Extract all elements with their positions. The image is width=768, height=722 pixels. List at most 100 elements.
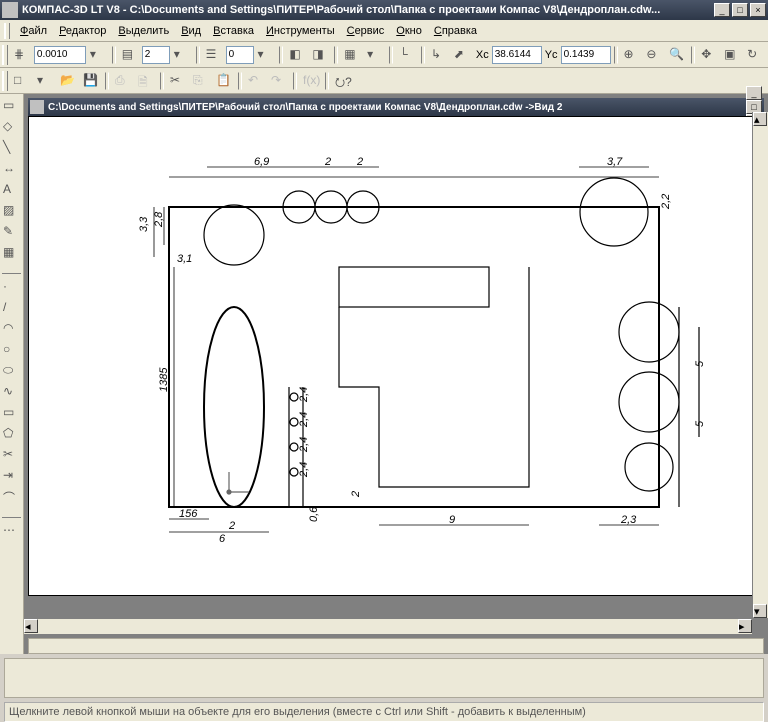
zoom-window-icon[interactable]: 🔍 [666, 44, 688, 66]
copy-icon[interactable]: ⎘ [190, 70, 212, 92]
local-cs-icon[interactable]: ↳ [428, 44, 450, 66]
new-dropdown-icon[interactable]: ▾ [34, 70, 56, 92]
minimize-button[interactable]: _ [714, 3, 730, 17]
segment-tool-icon[interactable]: / [0, 298, 22, 318]
dimension-tool-icon[interactable]: ↔ [0, 159, 22, 179]
scroll-up-icon[interactable]: ▴ [753, 112, 767, 126]
extend-tool-icon[interactable]: ⇥ [0, 466, 22, 486]
hatch-tool-icon[interactable]: ▨ [0, 201, 22, 221]
edit-tool-icon[interactable]: ✎ [0, 222, 22, 242]
ortho-icon[interactable]: └ [396, 44, 418, 66]
separator [614, 46, 618, 64]
layer-dropdown-icon[interactable]: ▾ [171, 44, 193, 66]
fx-icon[interactable]: f(x) [300, 70, 322, 92]
scroll-down-icon[interactable]: ▾ [753, 604, 767, 618]
dim-24b: 2,4 [298, 412, 310, 428]
vertical-scrollbar[interactable]: ▴ ▾ [752, 112, 768, 618]
select-tool-icon[interactable]: ▭ [0, 96, 22, 116]
dim-24c: 2,4 [298, 437, 310, 453]
menubar-handle[interactable] [4, 23, 10, 39]
geometry-tool-icon[interactable]: ◇ [0, 117, 22, 137]
dim-6-9: 6,9 [254, 156, 269, 168]
save-icon[interactable]: 💾 [80, 70, 102, 92]
scroll-left-icon[interactable]: ◂ [24, 619, 38, 633]
layers-icon[interactable]: ▤ [119, 44, 141, 66]
rect-tool-icon[interactable]: ▭ [0, 403, 22, 423]
x-input[interactable] [492, 46, 542, 64]
horizontal-scrollbar[interactable]: ◂ ▸ [24, 618, 752, 634]
document-title: C:\Documents and Settings\ПИТЕР\Рабочий … [48, 102, 746, 113]
step-input[interactable] [34, 46, 86, 64]
y-input[interactable] [561, 46, 611, 64]
snap-icon[interactable]: ⋕ [11, 44, 33, 66]
dim-2a: 2 [324, 156, 331, 168]
zoom-in-icon[interactable]: ⊕ [621, 44, 643, 66]
line-tool-icon[interactable]: ╲ [0, 138, 22, 158]
level-input[interactable] [226, 46, 254, 64]
step-dropdown-icon[interactable]: ▾ [87, 44, 109, 66]
fillet-tool-icon[interactable]: ⌒ [0, 487, 22, 507]
scroll-right-icon[interactable]: ▸ [738, 619, 752, 633]
toolbar-handle[interactable] [2, 71, 8, 91]
doc-minimize-button[interactable]: _ [746, 86, 762, 100]
menu-tools[interactable]: Инструменты [260, 23, 341, 39]
fit-icon[interactable]: ▣ [721, 44, 743, 66]
point-tool-icon[interactable]: · [0, 277, 22, 297]
eraser-icon[interactable]: ◧ [286, 44, 308, 66]
menu-view[interactable]: Вид [175, 23, 207, 39]
app-titlebar: КОМПАС-3D LT V8 - C:\Documents and Setti… [0, 0, 768, 20]
table-tool-icon[interactable]: ▦ [0, 243, 22, 263]
arc-tool-icon[interactable]: ◠ [0, 319, 22, 339]
menu-insert[interactable]: Вставка [207, 23, 260, 39]
x-label: Xс [476, 49, 489, 61]
dim-2-8: 2,8 [153, 211, 165, 228]
close-button[interactable]: × [750, 3, 766, 17]
status-text: Щелкните левой кнопкой мыши на объекте д… [9, 706, 586, 718]
redo-icon[interactable]: ↷ [268, 70, 290, 92]
cut-icon[interactable]: ✂ [167, 70, 189, 92]
menu-file[interactable]: Файл [14, 23, 53, 39]
separator [279, 46, 283, 64]
levels-icon[interactable]: ☰ [203, 44, 225, 66]
refresh-icon[interactable]: ↻ [744, 44, 766, 66]
app-title: КОМПАС-3D LT V8 - C:\Documents and Setti… [22, 4, 714, 16]
zoom-out-icon[interactable]: ⊖ [643, 44, 665, 66]
trim-tool-icon[interactable]: ✂ [0, 445, 22, 465]
menu-window[interactable]: Окно [390, 23, 428, 39]
global-cs-icon[interactable]: ⬈ [451, 44, 473, 66]
menu-select[interactable]: Выделить [112, 23, 175, 39]
undo-icon[interactable]: ↶ [245, 70, 267, 92]
layer-input[interactable] [142, 46, 170, 64]
circle-tool-icon[interactable]: ○ [0, 340, 22, 360]
property-panel [4, 658, 764, 698]
dim-6: 6 [219, 533, 226, 545]
toolbox-divider [2, 510, 21, 518]
toolbar-handle[interactable] [2, 45, 8, 65]
separator [112, 46, 116, 64]
ellipse-tool-icon[interactable]: ⬭ [0, 361, 22, 381]
help-cursor-icon[interactable]: ⭮? [332, 70, 354, 92]
grid-dropdown-icon[interactable]: ▾ [364, 44, 386, 66]
grid-icon[interactable]: ▦ [341, 44, 363, 66]
preview-icon[interactable]: 🗎 [135, 70, 157, 92]
app-icon [2, 2, 18, 18]
pan-icon[interactable]: ✥ [698, 44, 720, 66]
new-icon[interactable]: □ [11, 70, 33, 92]
paste-icon[interactable]: 📋 [213, 70, 235, 92]
drawing-canvas[interactable]: 6,9 2 2 3,7 3,3 2,8 2,2 3,1 1385 2,4 2,4… [28, 116, 764, 596]
eraser2-icon[interactable]: ◨ [309, 44, 331, 66]
level-dropdown-icon[interactable]: ▾ [255, 44, 277, 66]
text-tool-icon[interactable]: A [0, 180, 22, 200]
menu-service[interactable]: Сервис [341, 23, 391, 39]
dim-2-3: 2,3 [620, 514, 637, 526]
menu-help[interactable]: Справка [428, 23, 483, 39]
open-icon[interactable]: 📂 [57, 70, 79, 92]
document-container: C:\Documents and Settings\ПИТЕР\Рабочий … [24, 94, 768, 654]
print-icon[interactable]: ⎙ [112, 70, 134, 92]
maximize-button[interactable]: □ [732, 3, 748, 17]
spline-tool-icon[interactable]: ∿ [0, 382, 22, 402]
aux-tool-icon[interactable]: ⋯ [0, 521, 22, 541]
menu-editor[interactable]: Редактор [53, 23, 112, 39]
polygon-tool-icon[interactable]: ⬠ [0, 424, 22, 444]
separator [334, 46, 338, 64]
